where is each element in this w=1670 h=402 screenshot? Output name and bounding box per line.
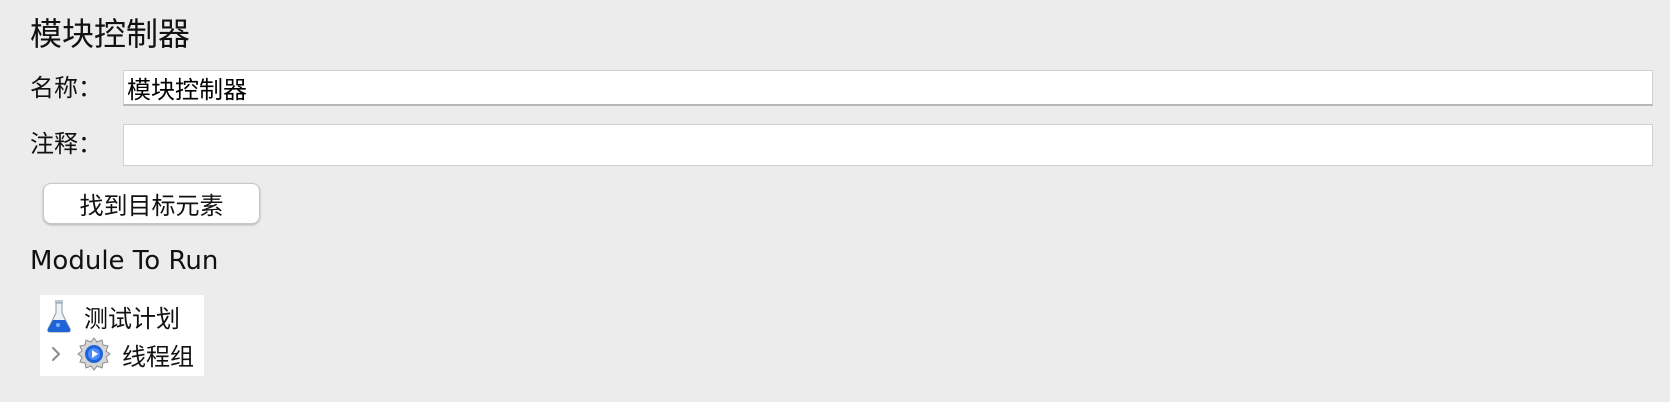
page-title: 模块控制器 [30,15,191,53]
tree-item-test-plan[interactable]: 测试计划 [44,297,180,335]
tree-item-label: 测试计划 [84,304,180,333]
flask-icon [44,298,74,334]
module-to-run-label: Module To Run [30,246,219,276]
tree-item-thread-group[interactable]: 线程组 [44,335,194,373]
comment-field[interactable] [123,124,1653,166]
comment-label: 注释： [30,130,102,158]
module-tree[interactable]: 测试计划 线程组 [40,295,204,376]
gear-icon [76,336,112,372]
find-target-element-button[interactable]: 找到目标元素 [43,183,260,224]
name-field[interactable] [123,70,1653,106]
tree-item-label: 线程组 [122,342,194,371]
module-controller-panel: 模块控制器 名称： 注释： 找到目标元素 Module To Run 测试计划 [0,0,1670,402]
chevron-right-icon[interactable] [48,342,64,366]
name-label: 名称： [30,74,102,102]
